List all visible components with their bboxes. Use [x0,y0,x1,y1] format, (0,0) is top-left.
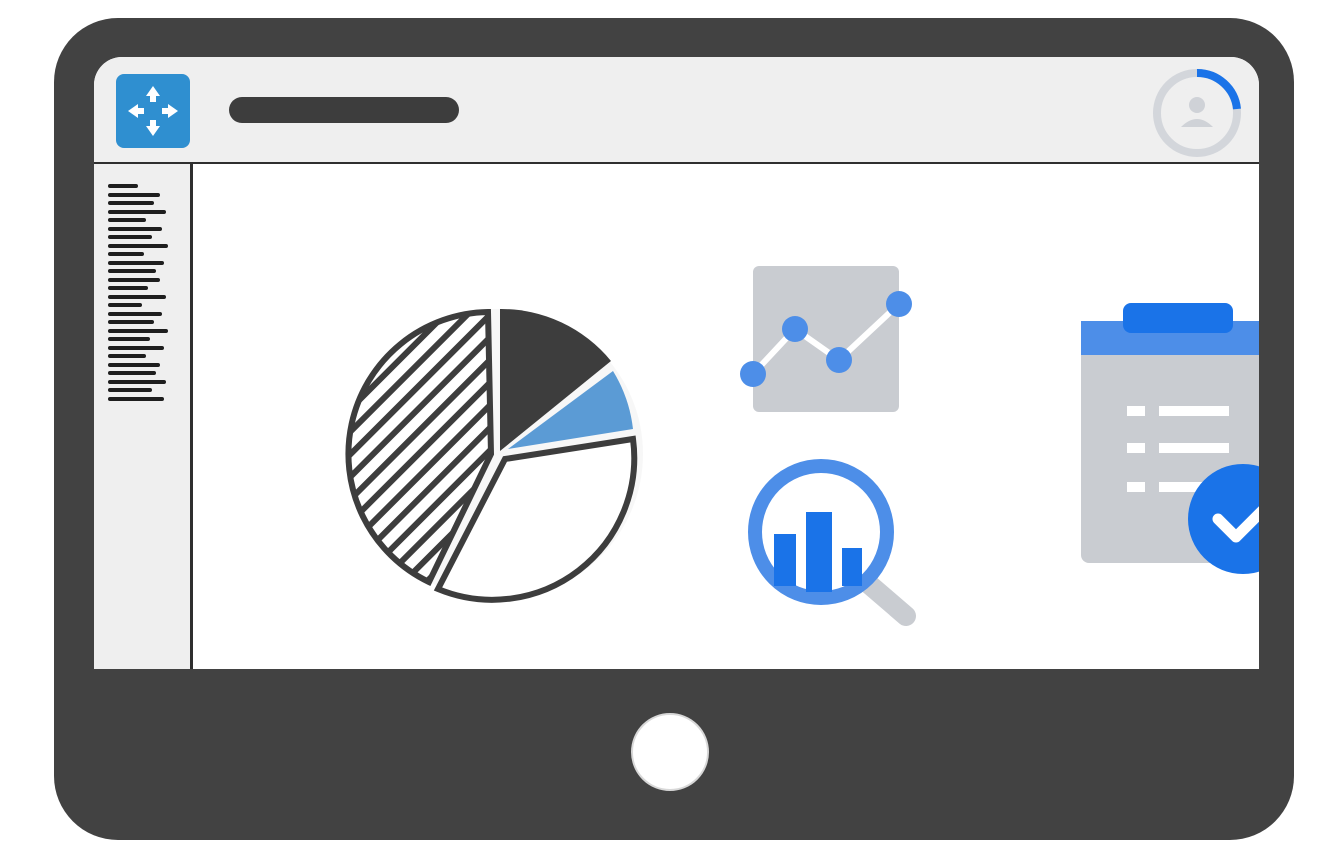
sidebar-line [108,218,146,222]
sidebar-menu [94,164,193,669]
pie-chart-card[interactable] [343,299,653,609]
sidebar-line [108,210,166,214]
magnifier-bar-chart-icon [748,459,916,626]
sidebar-line [108,184,138,188]
sidebar-text-lines [108,184,168,401]
sidebar-line [108,329,168,333]
sidebar-line [108,363,160,367]
sidebar-line [108,278,160,282]
sidebar-line [108,303,142,307]
tablet-screen [94,57,1259,669]
sidebar-line [108,261,164,265]
sidebar-line [108,269,156,273]
sidebar-line [108,371,156,375]
app-header [94,57,1259,164]
sidebar-line [108,286,148,290]
sidebar-line [108,354,146,358]
line-chart-card[interactable] [733,254,923,414]
sidebar-line [108,252,144,256]
sidebar-line [108,397,164,401]
sidebar-line [108,346,164,350]
app-title-placeholder [229,97,459,123]
checklist-card[interactable] [1073,299,1259,579]
sidebar-line [108,337,150,341]
sidebar-line [108,295,166,299]
sidebar-line [108,235,152,239]
sidebar-line [108,227,162,231]
sidebar-line [108,388,152,392]
sidebar-line [108,201,154,205]
sidebar-line [108,312,162,316]
sidebar-line [108,380,166,384]
expand-arrows-icon[interactable] [116,74,190,148]
home-button[interactable] [631,713,709,791]
line-chart-icon [740,266,912,412]
clipboard-check-icon [1081,303,1259,574]
sidebar-line [108,193,160,197]
pie-chart-icon [345,308,643,603]
user-avatar-icon[interactable] [1149,65,1245,161]
dashboard-content [193,164,1259,669]
analytics-search-card[interactable] [738,454,923,634]
sidebar-line [108,320,154,324]
sidebar-line [108,244,168,248]
